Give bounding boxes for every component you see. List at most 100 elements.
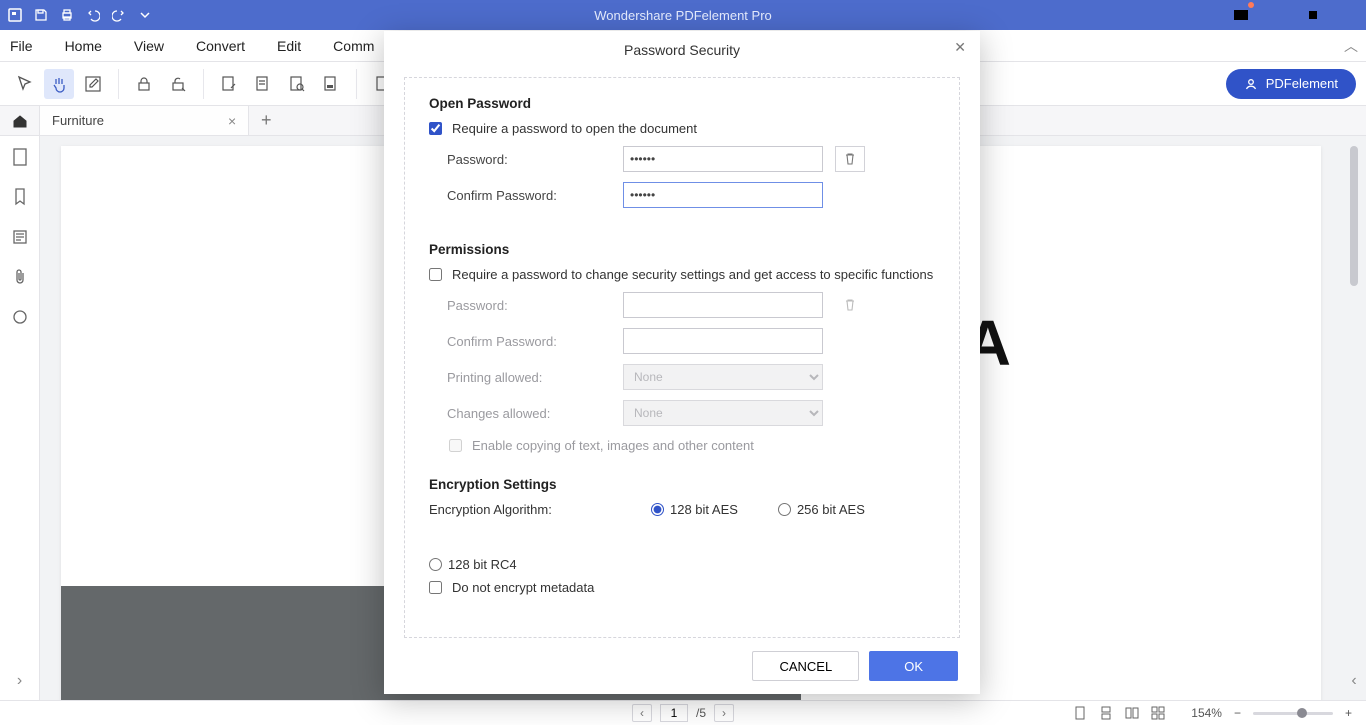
caret-down-icon[interactable] xyxy=(136,6,154,24)
undo-icon[interactable] xyxy=(84,6,102,24)
open-password-input[interactable] xyxy=(623,146,823,172)
perm-password-input xyxy=(623,292,823,318)
algo-256-aes-radio[interactable]: 256 bit AES xyxy=(778,502,865,517)
sign-doc-icon[interactable] xyxy=(214,69,244,99)
new-tab-button[interactable]: + xyxy=(249,106,283,135)
titlebar-left xyxy=(6,6,154,24)
tab-close-icon[interactable]: × xyxy=(228,113,236,129)
expand-left-icon[interactable]: › xyxy=(17,672,22,690)
expand-right-icon[interactable]: ‹ xyxy=(1351,672,1356,690)
ribbon-group-sign xyxy=(214,69,357,99)
ribbon-group-select xyxy=(10,69,119,99)
maximize-button[interactable] xyxy=(1302,4,1324,26)
prev-page-button[interactable]: ‹ xyxy=(632,704,652,722)
select-arrow-icon[interactable] xyxy=(10,69,40,99)
account-button-label: PDFelement xyxy=(1266,76,1338,91)
changes-allowed-label: Changes allowed: xyxy=(447,406,623,421)
require-permission-password-label: Require a password to change security se… xyxy=(452,267,933,282)
apply-doc-icon[interactable] xyxy=(316,69,346,99)
printing-allowed-label: Printing allowed: xyxy=(447,370,623,385)
menu-edit[interactable]: Edit xyxy=(275,34,303,58)
open-password-label: Password: xyxy=(447,152,623,167)
menu-view[interactable]: View xyxy=(132,34,166,58)
open-confirm-password-input[interactable] xyxy=(623,182,823,208)
ribbon-group-protect xyxy=(129,69,204,99)
dialog-header: Password Security ✕ xyxy=(384,31,980,69)
thumbnails-icon[interactable] xyxy=(9,146,31,168)
side-panel: › xyxy=(0,136,40,700)
total-pages-label: /5 xyxy=(696,706,706,720)
document-tab[interactable]: Furniture × xyxy=(40,106,249,135)
collapse-ribbon-icon[interactable]: ︿ xyxy=(1344,36,1358,56)
algo-128-aes-radio[interactable]: 128 bit AES xyxy=(651,502,738,517)
open-confirm-password-label: Confirm Password: xyxy=(447,188,623,203)
menu-convert[interactable]: Convert xyxy=(194,34,247,58)
clear-perm-password-icon xyxy=(835,292,865,318)
current-page-input[interactable] xyxy=(660,704,688,722)
close-button[interactable] xyxy=(1338,4,1360,26)
redo-icon[interactable] xyxy=(110,6,128,24)
dialog-body: Open Password Require a password to open… xyxy=(404,77,960,638)
tab-label: Furniture xyxy=(52,113,104,128)
zoom-in-button[interactable]: + xyxy=(1341,706,1356,720)
enable-copy-label: Enable copying of text, images and other… xyxy=(472,438,754,453)
permissions-heading: Permissions xyxy=(429,242,935,257)
zoom-slider-thumb[interactable] xyxy=(1297,708,1307,718)
encryption-algorithm-label: Encryption Algorithm: xyxy=(429,502,611,517)
password-security-dialog: Password Security ✕ Open Password Requir… xyxy=(384,31,980,694)
cancel-button[interactable]: CANCEL xyxy=(752,651,859,681)
hand-pan-icon[interactable] xyxy=(44,69,74,99)
next-page-button[interactable]: › xyxy=(714,704,734,722)
require-open-password-checkbox[interactable] xyxy=(429,122,442,135)
attachments-icon[interactable] xyxy=(9,266,31,288)
require-open-password-label: Require a password to open the document xyxy=(452,121,697,136)
perm-confirm-password-label: Confirm Password: xyxy=(447,334,623,349)
grid-view-icon[interactable] xyxy=(1149,704,1167,722)
ok-button[interactable]: OK xyxy=(869,651,958,681)
require-permission-password-checkbox[interactable] xyxy=(429,268,442,281)
search-doc-icon[interactable] xyxy=(282,69,312,99)
perm-confirm-password-input xyxy=(623,328,823,354)
comments-icon[interactable] xyxy=(9,306,31,328)
save-icon[interactable] xyxy=(32,6,50,24)
titlebar-right xyxy=(1230,4,1360,26)
clear-open-password-icon[interactable] xyxy=(835,146,865,172)
dialog-title: Password Security xyxy=(624,42,740,58)
algo-128-rc4-radio[interactable]: 128 bit RC4 xyxy=(429,557,517,572)
print-icon[interactable] xyxy=(58,6,76,24)
annotations-icon[interactable] xyxy=(9,226,31,248)
no-encrypt-metadata-label: Do not encrypt metadata xyxy=(452,580,594,595)
continuous-view-icon[interactable] xyxy=(1097,704,1115,722)
lock-icon[interactable] xyxy=(129,69,159,99)
menu-comment[interactable]: Comm xyxy=(331,34,376,58)
account-button[interactable]: PDFelement xyxy=(1226,69,1356,99)
dialog-close-icon[interactable]: ✕ xyxy=(954,39,966,56)
page-navigator: ‹ /5 › xyxy=(632,704,734,722)
statusbar-right: 154% − + xyxy=(1071,704,1356,722)
menu-file[interactable]: File xyxy=(8,34,35,58)
home-tab-icon[interactable] xyxy=(0,106,40,135)
zoom-slider[interactable] xyxy=(1253,712,1333,715)
single-page-view-icon[interactable] xyxy=(1071,704,1089,722)
menu-home[interactable]: Home xyxy=(63,34,104,58)
two-page-view-icon[interactable] xyxy=(1123,704,1141,722)
edit-text-icon[interactable] xyxy=(78,69,108,99)
vertical-scrollbar[interactable] xyxy=(1350,146,1358,286)
open-password-heading: Open Password xyxy=(429,96,935,111)
no-encrypt-metadata-checkbox[interactable] xyxy=(429,581,442,594)
app-title: Wondershare PDFelement Pro xyxy=(594,8,772,23)
app-logo-icon[interactable] xyxy=(6,6,24,24)
zoom-label: 154% xyxy=(1191,706,1222,720)
titlebar: Wondershare PDFelement Pro xyxy=(0,0,1366,30)
zoom-out-button[interactable]: − xyxy=(1230,706,1245,720)
mail-icon[interactable] xyxy=(1230,4,1252,26)
redact-doc-icon[interactable] xyxy=(248,69,278,99)
unlock-icon[interactable] xyxy=(163,69,193,99)
changes-allowed-select: None xyxy=(623,400,823,426)
dialog-footer: CANCEL OK xyxy=(384,638,980,694)
bookmarks-icon[interactable] xyxy=(9,186,31,208)
encryption-heading: Encryption Settings xyxy=(429,477,935,492)
minimize-button[interactable] xyxy=(1266,4,1288,26)
notification-dot-icon xyxy=(1248,2,1254,8)
perm-password-label: Password: xyxy=(447,298,623,313)
